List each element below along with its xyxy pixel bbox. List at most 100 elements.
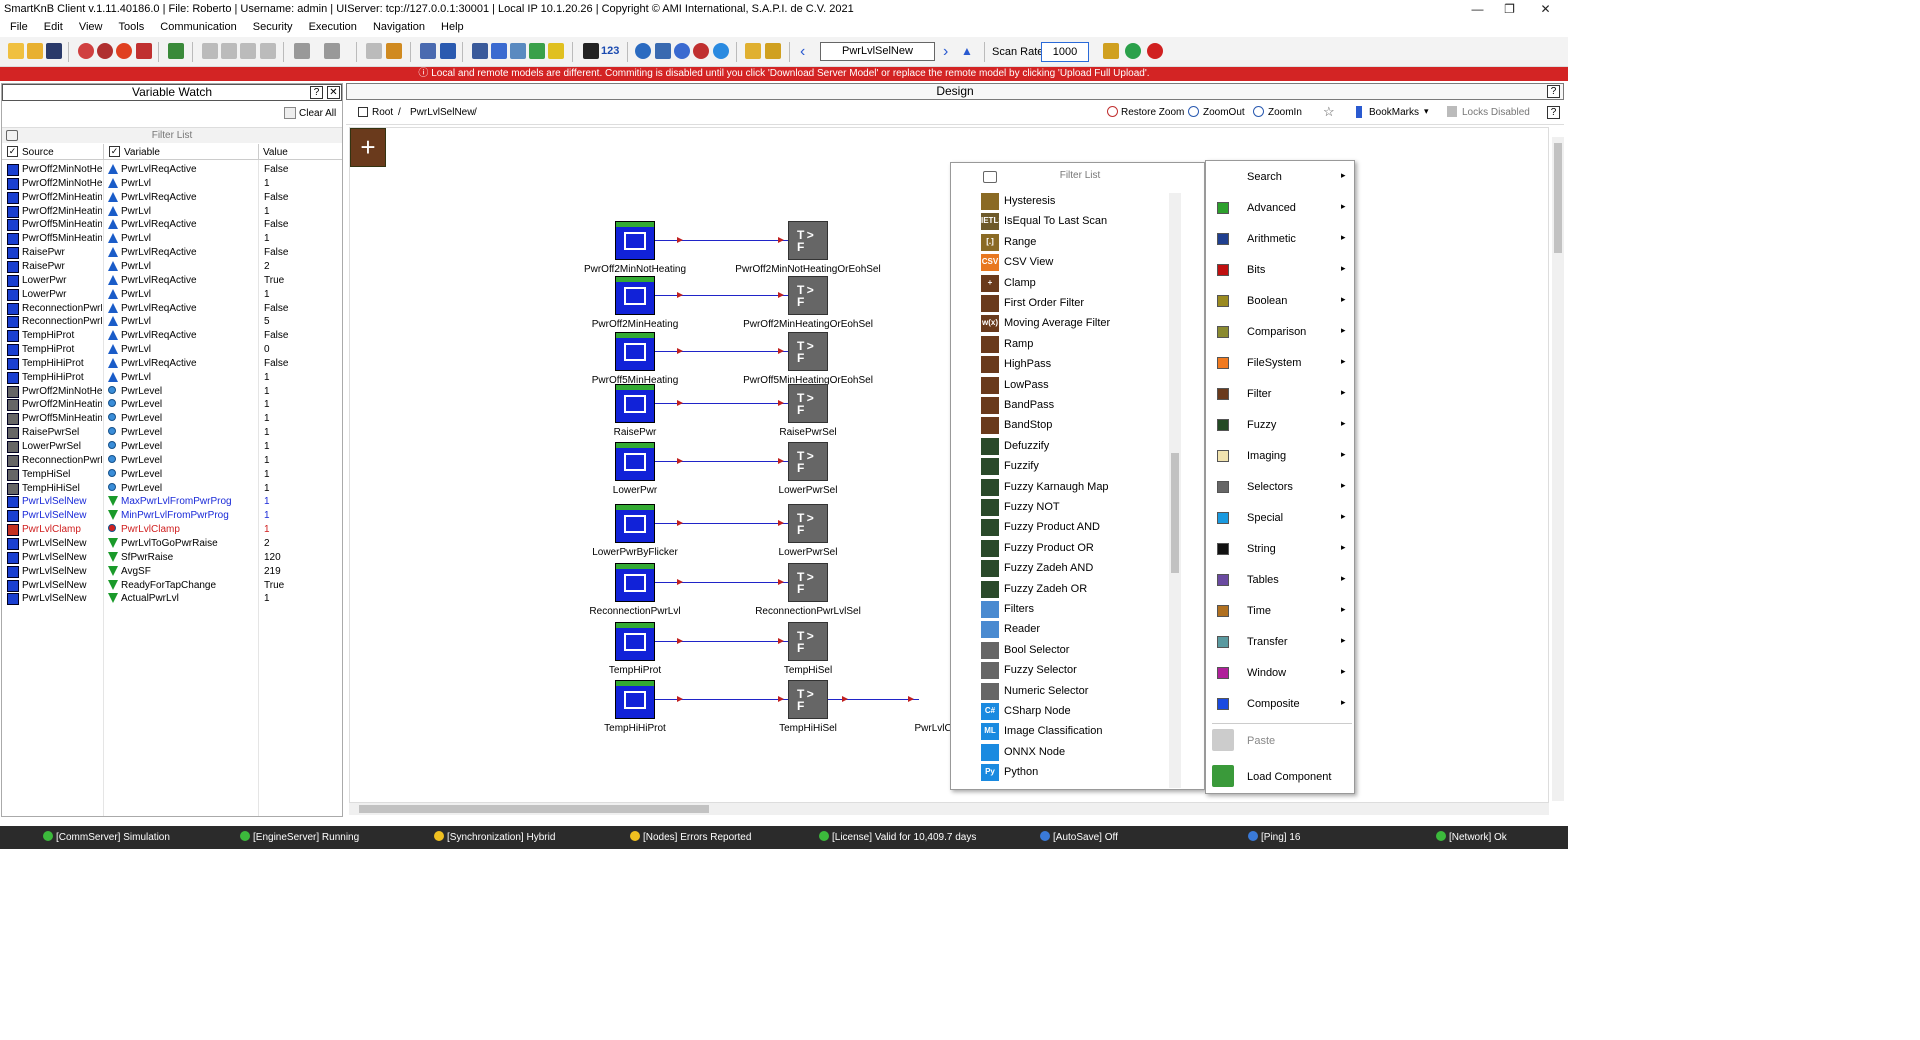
node-type-item[interactable]: Fuzzy Karnaugh Map [981, 477, 1169, 497]
node-path-input[interactable]: PwrLvlSelNew [820, 42, 935, 61]
node-type-item[interactable]: Fuzzify [981, 456, 1169, 476]
submarine-icon[interactable] [1103, 43, 1119, 59]
module-icon[interactable] [529, 43, 545, 59]
layout-icon[interactable] [472, 43, 488, 59]
forward-arrow-icon[interactable]: › [943, 43, 948, 61]
node-type-item[interactable]: ML Image Classification [981, 721, 1169, 741]
table-row[interactable]: PwrOff2MinNotHe... PwrLvlReqActive False [2, 163, 342, 177]
selector-node[interactable]: T > F [788, 276, 828, 315]
node-type-item[interactable]: ONNX Node [981, 742, 1169, 762]
chevron-down-icon[interactable]: ▾ [1424, 106, 1429, 117]
chart-icon[interactable] [548, 43, 564, 59]
col-value-header[interactable]: Value [263, 147, 288, 158]
selector-node[interactable]: T > F [788, 332, 828, 371]
node-type-item[interactable]: Hysteresis [981, 191, 1169, 211]
menu-view[interactable]: View [76, 19, 106, 35]
category-item[interactable]: Search ▸ [1206, 162, 1354, 193]
zoom-in-button[interactable]: ZoomIn [1268, 107, 1302, 118]
node-type-item[interactable]: Fuzzy NOT [981, 497, 1169, 517]
function-block-node[interactable] [615, 442, 655, 481]
star-icon[interactable]: ☆ [1323, 104, 1335, 120]
selector-node[interactable]: T > F [788, 221, 828, 260]
open-folder-icon[interactable] [27, 43, 43, 59]
horizontal-scrollbar[interactable] [349, 803, 1549, 815]
grid-icon[interactable] [440, 43, 456, 59]
menu-file[interactable]: File [7, 19, 31, 35]
help-icon[interactable]: ? [1547, 106, 1560, 119]
save-icon[interactable] [46, 43, 62, 59]
list-scroll-thumb[interactable] [1171, 453, 1179, 573]
table-row[interactable]: TempHiHiProt PwrLvlReqActive False [2, 357, 342, 371]
menu-navigation[interactable]: Navigation [370, 19, 428, 35]
menu-security[interactable]: Security [250, 19, 296, 35]
clock-icon[interactable] [713, 43, 729, 59]
folder-lock-icon[interactable] [745, 43, 761, 59]
category-item[interactable]: Fuzzy ▸ [1206, 410, 1354, 441]
category-item[interactable]: FileSystem ▸ [1206, 348, 1354, 379]
node-type-item[interactable]: C# CSharp Node [981, 701, 1169, 721]
category-item[interactable]: String ▸ [1206, 534, 1354, 565]
help-icon[interactable]: ? [1547, 85, 1560, 98]
tools-icon[interactable] [420, 43, 436, 59]
clamp-node[interactable]: + [350, 128, 386, 167]
node-type-item[interactable]: Reader [981, 619, 1169, 639]
breadcrumb-root[interactable]: Root [372, 107, 393, 118]
zoom-out-button[interactable]: ZoomOut [1203, 107, 1245, 118]
cut-icon[interactable] [202, 43, 218, 59]
node-type-item[interactable]: BandPass [981, 395, 1169, 415]
download-model-icon[interactable] [78, 43, 94, 59]
table-row[interactable]: RaisePwr PwrLvlReqActive False [2, 246, 342, 260]
node-type-item[interactable]: Numeric Selector [981, 681, 1169, 701]
node-type-item[interactable]: IETLS IsEqual To Last Scan [981, 211, 1169, 231]
table-row[interactable]: PwrLvlSelNew MinPwrLvlFromPwrProg 1 [2, 509, 342, 523]
document-icon[interactable] [136, 43, 152, 59]
function-block-node[interactable] [615, 384, 655, 423]
col-source-header[interactable]: Source [22, 147, 54, 158]
table-row[interactable]: PwrOff2MinHeating PwrLvlReqActive False [2, 191, 342, 205]
clear-all-button[interactable]: Clear All [299, 108, 336, 119]
function-block-node[interactable] [615, 504, 655, 543]
table-row[interactable]: PwrOff2MinNotHe... PwrLevel 1 [2, 385, 342, 399]
variable-checkbox[interactable]: ✓ [109, 146, 120, 157]
menu-communication[interactable]: Communication [157, 19, 239, 35]
lock-icon[interactable] [765, 43, 781, 59]
table-row[interactable]: PwrLvlSelNew MaxPwrLvlFromPwrProg 1 [2, 495, 342, 509]
paste-menu-item[interactable]: Paste [1247, 735, 1275, 747]
node-type-item[interactable]: CSV CSV View [981, 252, 1169, 272]
node-type-item[interactable]: Py Python [981, 762, 1169, 782]
horizontal-scroll-thumb[interactable] [359, 805, 709, 813]
vertical-scrollbar[interactable] [1552, 137, 1564, 801]
col-variable-header[interactable]: Variable [124, 147, 160, 158]
function-block-node[interactable] [615, 276, 655, 315]
table-row[interactable]: TempHiProt PwrLvl 0 [2, 343, 342, 357]
selector-node[interactable]: T > F [788, 384, 828, 423]
category-item[interactable]: Bits ▸ [1206, 255, 1354, 286]
category-item[interactable]: Imaging ▸ [1206, 441, 1354, 472]
table-row[interactable]: PwrLvlSelNew PwrLvlToGoPwrRaise 2 [2, 537, 342, 551]
selector-node[interactable]: T > F [788, 563, 828, 602]
node-type-item[interactable]: Fuzzy Selector [981, 660, 1169, 680]
table-row[interactable]: TempHiHiSel PwrLevel 1 [2, 482, 342, 496]
node-type-item[interactable]: Defuzzify [981, 436, 1169, 456]
function-block-node[interactable] [615, 563, 655, 602]
globe-icon[interactable] [635, 43, 651, 59]
load-component-menu-item[interactable]: Load Component [1247, 771, 1331, 783]
list-scrollbar[interactable] [1169, 193, 1181, 788]
table-icon[interactable] [510, 43, 526, 59]
table-row[interactable]: PwrOff2MinHeatin... PwrLevel 1 [2, 398, 342, 412]
redo-icon[interactable] [324, 43, 340, 59]
node-type-item[interactable]: LowPass [981, 375, 1169, 395]
menu-edit[interactable]: Edit [41, 19, 66, 35]
node-type-item[interactable]: HighPass [981, 354, 1169, 374]
category-item[interactable]: Composite ▸ [1206, 689, 1354, 720]
table-row[interactable]: TempHiSel PwrLevel 1 [2, 468, 342, 482]
palette-icon[interactable] [693, 43, 709, 59]
counter-icon[interactable]: 123 [601, 45, 619, 57]
table-row[interactable]: PwrLvlClamp PwrLvlClamp 1 [2, 523, 342, 537]
table-row[interactable]: PwrOff5MinHeating PwrLvlReqActive False [2, 218, 342, 232]
up-arrow-icon[interactable]: ▲ [961, 44, 973, 58]
category-item[interactable]: Selectors ▸ [1206, 472, 1354, 503]
table-row[interactable]: PwrLvlSelNew SfPwrRaise 120 [2, 551, 342, 565]
scan-rate-input[interactable]: 1000 [1041, 42, 1089, 62]
design-canvas[interactable]: T > F PwrOff2MinNotHeating PwrOff2MinNotHe… [349, 127, 1549, 803]
